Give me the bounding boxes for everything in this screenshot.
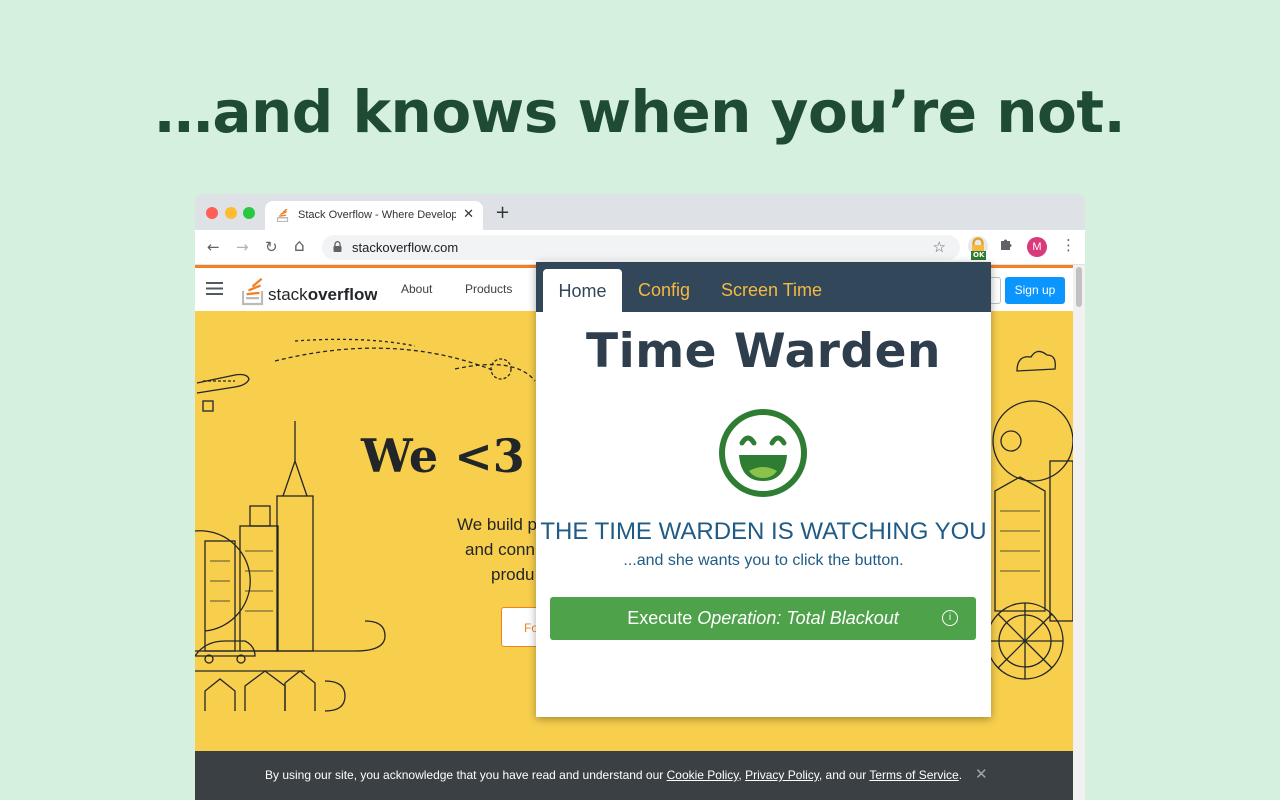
warning-title: THE TIME WARDEN IS WATCHING YOU (540, 518, 987, 545)
popup-title: Time Warden (586, 324, 941, 379)
hero-button[interactable]: Fo (501, 607, 541, 647)
minimize-window-button[interactable] (225, 207, 237, 219)
popup-tab-bar: Home Config Screen Time (536, 262, 991, 312)
profile-avatar[interactable]: M (1027, 237, 1047, 257)
warning-subtitle: ...and she wants you to click the button… (623, 552, 904, 569)
signup-button[interactable]: Sign up (1005, 277, 1065, 304)
hero-text-line: We build p (457, 515, 538, 534)
execute-label-emphasis: Operation: Total Blackout (697, 608, 899, 628)
laughing-smiley-icon (719, 409, 807, 497)
reload-icon[interactable]: ↻ (265, 238, 278, 256)
execute-operation-button[interactable]: Execute Operation: Total Blackout i (550, 597, 976, 640)
tab-screen-time[interactable]: Screen Time (721, 280, 822, 301)
tab-title: Stack Overflow - Where Developers Learn,… (298, 209, 456, 221)
back-icon[interactable]: ← (207, 238, 220, 256)
url-text: stackoverflow.com (352, 240, 459, 255)
privacy-policy-link[interactable]: Privacy Policy (745, 768, 819, 782)
maximize-window-button[interactable] (243, 207, 255, 219)
cookie-policy-link[interactable]: Cookie Policy (667, 768, 739, 782)
stackoverflow-logo[interactable]: stackoverflow (242, 276, 377, 306)
cookie-banner: By using our site, you acknowledge that … (195, 751, 1073, 800)
extension-ok-badge: OK (971, 251, 987, 260)
stackoverflow-favicon-icon (277, 209, 289, 222)
close-window-button[interactable] (206, 207, 218, 219)
tab-strip: Stack Overflow - Where Developers Learn,… (195, 194, 1085, 230)
cookie-prefix: By using our site, you acknowledge that … (265, 768, 667, 782)
scrollbar-thumb[interactable] (1076, 267, 1082, 307)
cookie-suffix: . (958, 768, 963, 782)
browser-toolbar: ← → ↻ ⌂ stackoverflow.com ☆ OK M ⋮ (195, 230, 1085, 265)
hero-text-line: and conn (465, 540, 535, 559)
hamburger-menu-icon[interactable] (206, 282, 223, 295)
tab-close-icon[interactable]: ✕ (463, 207, 474, 222)
page-scrollbar[interactable] (1073, 265, 1085, 800)
info-icon[interactable]: i (942, 610, 958, 626)
execute-label-prefix: Execute (627, 608, 698, 628)
bookmark-star-icon[interactable]: ☆ (933, 238, 946, 256)
new-tab-button[interactable]: + (495, 202, 510, 223)
time-warden-popup: Home Config Screen Time Time Warden THE … (536, 262, 991, 717)
browser-menu-icon[interactable]: ⋮ (1061, 236, 1076, 254)
cookie-separator: , and our (818, 768, 870, 782)
svg-text:stackoverflow: stackoverflow (268, 285, 377, 304)
address-bar[interactable]: stackoverflow.com ☆ (322, 235, 960, 260)
cookie-close-icon[interactable]: ✕ (975, 765, 988, 783)
nav-about[interactable]: About (401, 282, 432, 296)
home-icon[interactable]: ⌂ (294, 236, 305, 256)
tab-config[interactable]: Config (638, 280, 690, 301)
extensions-puzzle-icon[interactable] (999, 237, 1013, 255)
forward-icon[interactable]: → (236, 238, 249, 256)
hero-text-line: produ (491, 565, 535, 584)
lock-icon (333, 241, 342, 252)
headline: …and knows when you’re not. (154, 78, 1126, 146)
tab-home[interactable]: Home (543, 269, 622, 312)
cookie-text: By using our site, you acknowledge that … (265, 768, 962, 782)
terms-link[interactable]: Terms of Service (869, 768, 958, 782)
browser-tab[interactable]: Stack Overflow - Where Developers Learn,… (265, 201, 483, 230)
nav-products[interactable]: Products (465, 282, 512, 296)
